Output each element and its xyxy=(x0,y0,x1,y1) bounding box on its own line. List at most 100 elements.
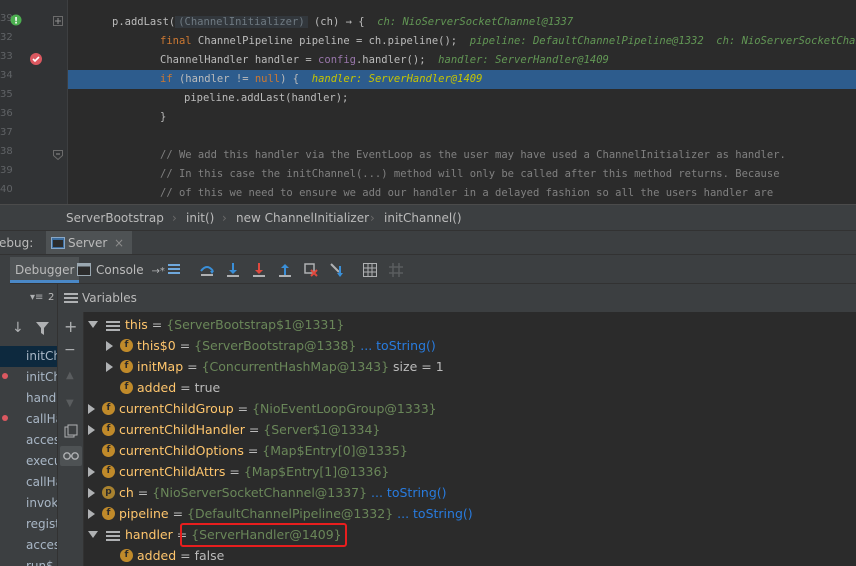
variable-row[interactable]: f pipeline = {DefaultChannelPipeline@1332… xyxy=(84,503,856,524)
code-line[interactable]: if (handler != null) { handler: ServerHa… xyxy=(68,70,856,89)
stack-frame[interactable]: run$ xyxy=(0,556,57,566)
to-string-link[interactable]: ... toString() xyxy=(367,485,447,500)
line-number[interactable]: 39 xyxy=(0,9,13,28)
tab-server[interactable]: Server × xyxy=(46,231,132,255)
copy-icon[interactable] xyxy=(64,424,78,438)
variable-row[interactable]: f added = true xyxy=(84,377,856,398)
code-line[interactable]: // of this we need to ensure we add our … xyxy=(68,184,856,203)
drop-frame-icon[interactable] xyxy=(303,262,319,278)
to-string-link[interactable]: ... toString() xyxy=(393,506,473,521)
line-number[interactable]: 39 xyxy=(0,161,13,180)
variable-name: ch xyxy=(119,485,134,500)
stack-frame[interactable]: handl xyxy=(0,388,57,409)
collapse-arrow-icon[interactable] xyxy=(88,531,98,538)
stack-frame[interactable]: acces xyxy=(0,430,57,451)
expand-arrow-icon[interactable] xyxy=(88,508,95,519)
console-restore-icon[interactable]: →* xyxy=(151,266,164,277)
code-line[interactable]: } xyxy=(68,108,856,127)
stack-frame[interactable]: callHa xyxy=(0,472,57,493)
breadcrumb-separator: › xyxy=(370,211,375,225)
code-text: ChannelHandler handler = xyxy=(160,54,319,66)
code-line[interactable]: p.addLast((ChannelInitializer) (ch) → { … xyxy=(68,13,856,32)
line-number[interactable]: 40 xyxy=(0,180,13,199)
variable-list-icon xyxy=(106,320,120,331)
breakpoint-icon[interactable] xyxy=(29,52,43,66)
line-number[interactable]: 34 xyxy=(0,66,13,85)
variable-row[interactable]: f currentChildHandler = {Server$1@1334} xyxy=(84,419,856,440)
line-number[interactable]: 36 xyxy=(0,104,13,123)
code-editor[interactable]: 39 32 33 34 35 36 37 38 39 40 p.addLast((ChannelI… xyxy=(0,0,856,204)
stack-frame[interactable]: initCh xyxy=(0,367,57,388)
variable-row[interactable]: this = {ServerBootstrap$1@1331} xyxy=(84,314,856,335)
breadcrumb-item-serverbootstrap[interactable]: ServerBootstrap xyxy=(66,205,164,231)
code-line[interactable]: // In this case the initChannel(...) met… xyxy=(68,165,856,184)
stack-frame[interactable]: execu xyxy=(0,451,57,472)
run-to-cursor-icon[interactable] xyxy=(329,262,345,278)
stack-frame[interactable]: invok xyxy=(0,493,57,514)
breadcrumb-item-initchannel[interactable]: initChannel() xyxy=(384,205,462,231)
breadcrumb-item-channelinitializer[interactable]: new ChannelInitializer xyxy=(236,205,369,231)
variable-row[interactable]: f this$0 = {ServerBootstrap@1338} ... toS… xyxy=(84,335,856,356)
line-number[interactable]: 38 xyxy=(0,142,13,161)
evaluate-expression-icon[interactable] xyxy=(362,262,378,278)
variable-row[interactable]: f initMap = {ConcurrentHashMap@1343} size… xyxy=(84,356,856,377)
line-number[interactable]: 33 xyxy=(0,47,13,66)
fold-expand-icon[interactable] xyxy=(53,16,63,26)
close-tab-icon[interactable]: × xyxy=(114,231,124,255)
thread-selector[interactable]: ▾≡ 2 xyxy=(0,284,57,312)
stack-frame[interactable]: callHa xyxy=(0,409,57,430)
expand-arrow-icon[interactable] xyxy=(88,403,95,414)
debug-window-bar: ebug: Server × xyxy=(0,230,856,255)
line-number[interactable]: 32 xyxy=(0,28,13,47)
tab-console-label: Console xyxy=(96,263,144,277)
equals-sign: = xyxy=(175,338,195,353)
filter-icon[interactable] xyxy=(36,322,49,335)
add-watch-icon[interactable]: + xyxy=(64,317,77,336)
breadcrumb-item-init[interactable]: init() xyxy=(186,205,214,231)
trace-icon[interactable] xyxy=(388,262,404,278)
variable-name: initMap xyxy=(137,359,184,374)
expand-arrow-icon[interactable] xyxy=(106,340,113,351)
remove-watch-icon[interactable]: − xyxy=(64,342,76,358)
expand-arrow-icon[interactable] xyxy=(106,361,113,372)
code-line[interactable]: // We add this handler via the EventLoop… xyxy=(68,146,856,165)
variable-value: {NioEventLoopGroup@1333} xyxy=(252,401,437,416)
breadcrumb: ServerBootstrap › init() › new ChannelIn… xyxy=(0,204,856,230)
step-over-icon[interactable] xyxy=(199,262,215,278)
expand-arrow-icon[interactable] xyxy=(88,466,95,477)
variable-row[interactable]: f currentChildOptions = {Map$Entry[0]@133… xyxy=(84,440,856,461)
stack-frame[interactable]: acces xyxy=(0,535,57,556)
breadcrumb-separator: › xyxy=(172,211,177,225)
equals-sign: = xyxy=(243,443,263,458)
field-icon: f xyxy=(102,465,115,478)
variable-row[interactable]: p ch = {NioServerSocketChannel@1337} ... … xyxy=(84,482,856,503)
move-down-icon[interactable]: ▼ xyxy=(66,398,74,409)
step-out-icon[interactable] xyxy=(277,262,293,278)
variable-row[interactable]: f currentChildGroup = {NioEventLoopGroup@… xyxy=(84,398,856,419)
show-execution-point-icon[interactable] xyxy=(166,262,182,278)
to-string-link[interactable]: ... toString() xyxy=(356,338,436,353)
variable-value: {ServerBootstrap$1@1331} xyxy=(166,317,345,332)
fold-collapse-icon[interactable] xyxy=(53,150,63,160)
line-number[interactable]: 35 xyxy=(0,85,13,104)
tab-console[interactable]: Console →* xyxy=(74,257,170,283)
code-line[interactable]: final ChannelPipeline pipeline = ch.pipe… xyxy=(68,32,856,51)
stack-frame[interactable]: regist xyxy=(0,514,57,535)
variable-row[interactable]: f added = false xyxy=(84,545,856,566)
code-line[interactable]: pipeline.addLast(handler); xyxy=(68,89,856,108)
line-number[interactable]: 37 xyxy=(0,123,13,142)
variable-row[interactable]: f currentChildAttrs = {Map$Entry[1]@1336} xyxy=(84,461,856,482)
arrow-down-icon[interactable]: ↓ xyxy=(12,320,24,336)
tab-debugger[interactable]: Debugger xyxy=(10,257,80,283)
override-marker-icon[interactable]: ! xyxy=(10,14,22,26)
expand-arrow-icon[interactable] xyxy=(88,424,95,435)
code-line[interactable] xyxy=(68,127,856,146)
code-line[interactable]: ChannelHandler handler = config.handler(… xyxy=(68,51,856,70)
show-values-inline-button[interactable] xyxy=(60,446,82,466)
collapse-arrow-icon[interactable] xyxy=(88,321,98,328)
move-up-icon[interactable]: ▲ xyxy=(66,370,74,381)
stack-frame[interactable]: initCh xyxy=(0,346,57,367)
expand-arrow-icon[interactable] xyxy=(88,487,95,498)
step-into-icon[interactable] xyxy=(225,262,241,278)
force-step-into-icon[interactable] xyxy=(251,262,267,278)
